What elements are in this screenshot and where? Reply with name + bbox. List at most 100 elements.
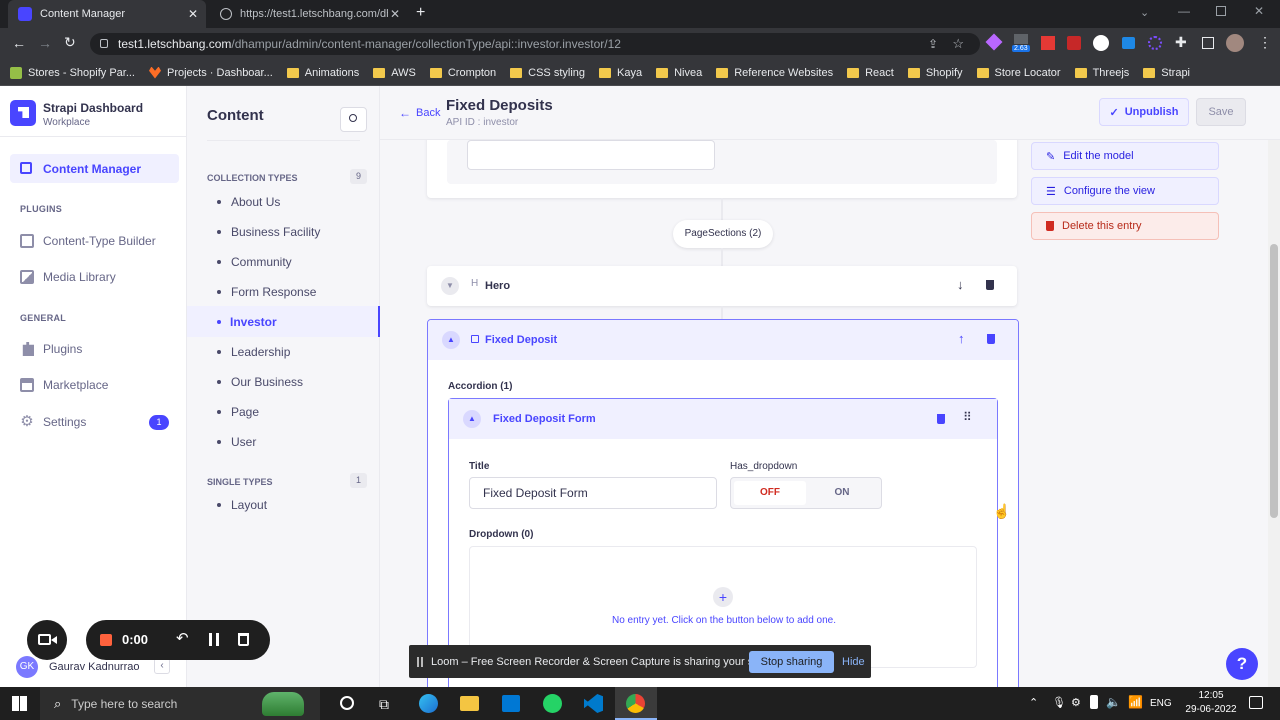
bookmark-folder[interactable]: Reference Websites <box>716 67 833 79</box>
subnav-item-page[interactable]: Page <box>217 405 259 419</box>
language-indicator[interactable]: ENG <box>1150 698 1172 709</box>
nav-item-settings[interactable]: ⚙ Settings <box>20 414 86 429</box>
drag-handle-icon[interactable]: ⠿ <box>963 410 972 424</box>
title-input[interactable]: Fixed Deposit Form <box>469 477 717 509</box>
collapse-chevron-icon[interactable]: ▲ <box>442 331 460 349</box>
cortana-icon[interactable] <box>340 696 354 710</box>
configure-view-button[interactable]: ☰ Configure the view <box>1031 177 1219 205</box>
hide-button[interactable]: Hide <box>842 656 865 668</box>
camera-toggle-button[interactable] <box>27 620 67 660</box>
component-hero[interactable]: ▼ H Hero ↓ <box>427 266 1017 306</box>
whatsapp-icon[interactable] <box>543 694 562 713</box>
volume-icon[interactable]: 🔈 <box>1106 695 1121 709</box>
tab-close-icon[interactable]: ✕ <box>390 7 400 21</box>
pause-icon[interactable] <box>209 633 219 646</box>
toggle-off-option[interactable]: OFF <box>734 481 806 505</box>
collapse-nav-chevron-icon[interactable]: ‹ <box>154 658 170 674</box>
subnav-item-form-response[interactable]: Form Response <box>217 285 316 299</box>
help-button[interactable]: ? <box>1226 648 1258 680</box>
nav-item-media-library[interactable]: Media Library <box>20 270 116 284</box>
delete-entry-button[interactable]: Delete this entry <box>1031 212 1219 240</box>
bookmark-shopify[interactable]: Stores - Shopify Par... <box>10 66 135 79</box>
has-dropdown-toggle[interactable]: OFF ON <box>730 477 882 509</box>
weather-widget-icon[interactable] <box>262 692 304 716</box>
subnav-item-community[interactable]: Community <box>217 255 292 269</box>
add-entry-icon[interactable]: + <box>713 587 733 607</box>
scrollbar[interactable] <box>1268 86 1280 687</box>
undo-icon[interactable]: ↶ <box>176 629 189 647</box>
bookmark-folder[interactable]: AWS <box>373 67 416 79</box>
vscode-icon[interactable] <box>584 694 603 713</box>
triangle-extension-icon[interactable] <box>1093 35 1109 51</box>
bookmark-folder[interactable]: Shopify <box>907 67 963 79</box>
extension-badge-icon[interactable]: 2.63 <box>1012 34 1030 54</box>
menu-dots-icon[interactable]: ⋮ <box>1258 34 1272 51</box>
task-view-icon[interactable]: ⧉ <box>379 696 389 713</box>
tab-url[interactable]: https://test1.letschbang.com/dh ✕ <box>210 0 408 28</box>
color-extension-icon[interactable] <box>1148 36 1162 50</box>
bookmark-folder[interactable]: Nivea <box>656 67 702 79</box>
expand-chevron-icon[interactable]: ▼ <box>441 277 459 295</box>
chevron-down-icon[interactable]: ⌄ <box>1140 6 1149 19</box>
trash-icon[interactable] <box>987 334 995 344</box>
previous-text-input[interactable] <box>467 140 715 170</box>
accordion-item-header[interactable]: ▲ Fixed Deposit Form ⠿ <box>449 399 997 439</box>
bookmark-folder[interactable]: Animations <box>286 67 359 79</box>
minimize-icon[interactable]: — <box>1178 4 1190 18</box>
windows-start-icon[interactable] <box>12 696 27 711</box>
microphone-icon[interactable]: 🎙 <box>1052 696 1066 709</box>
record-extension-icon[interactable] <box>1041 36 1055 50</box>
stop-sharing-button[interactable]: Stop sharing <box>749 651 834 673</box>
bookmark-folder[interactable]: Strapi <box>1143 67 1190 79</box>
user-name[interactable]: Gaurav Kadnurrao <box>49 661 140 673</box>
settings-tray-icon[interactable]: ⚙ <box>1071 696 1081 709</box>
store-icon[interactable] <box>502 695 520 712</box>
battery-icon[interactable] <box>1090 695 1098 709</box>
edge-icon[interactable] <box>419 694 438 713</box>
component-header[interactable]: ▲ Fixed Deposit ↑ <box>428 320 1018 360</box>
trash-icon[interactable] <box>238 633 249 646</box>
tab-close-icon[interactable]: ✕ <box>188 7 198 21</box>
subnav-item-about-us[interactable]: About Us <box>217 195 280 209</box>
profile-avatar[interactable] <box>1226 34 1244 52</box>
address-bar[interactable]: test1.letschbang.com/dhampur/admin/conte… <box>90 33 980 55</box>
sidepanel-icon[interactable] <box>1202 37 1214 49</box>
bookmark-folder[interactable]: Threejs <box>1074 67 1129 79</box>
notifications-icon[interactable] <box>1249 696 1263 709</box>
arrow-down-icon[interactable]: ↓ <box>957 277 964 292</box>
subnav-item-investor[interactable]: Investor <box>187 306 380 337</box>
toggle-on-option[interactable]: ON <box>806 481 878 505</box>
window-close-icon[interactable]: ✕ <box>1254 4 1264 18</box>
subnav-item-layout[interactable]: Layout <box>217 498 267 512</box>
chrome-taskbar-item[interactable] <box>615 687 657 720</box>
collapse-chevron-icon[interactable]: ▲ <box>463 410 481 428</box>
subnav-item-leadership[interactable]: Leadership <box>217 345 290 359</box>
trash-icon[interactable] <box>937 414 945 424</box>
edit-model-button[interactable]: ✎ Edit the model <box>1031 142 1219 170</box>
bookmark-folder[interactable]: Kaya <box>599 67 642 79</box>
back-icon[interactable]: ← <box>12 35 26 51</box>
file-explorer-icon[interactable] <box>460 696 479 711</box>
wifi-icon[interactable]: 📶 <box>1128 695 1143 709</box>
nav-item-content-type-builder[interactable]: Content-Type Builder <box>20 234 156 248</box>
new-tab-icon[interactable]: + <box>416 4 425 22</box>
user-avatar[interactable]: GK <box>16 656 38 678</box>
tab-content-manager[interactable]: Content Manager ✕ <box>8 0 206 28</box>
nav-item-plugins[interactable]: Plugins <box>20 342 82 356</box>
subnav-item-our-business[interactable]: Our Business <box>217 375 303 389</box>
whatfont-extension-icon[interactable] <box>1067 36 1081 50</box>
window-extension-icon[interactable] <box>1122 37 1135 49</box>
bookmark-gitlab[interactable]: Projects · Dashboar... <box>149 66 273 79</box>
maximize-icon[interactable] <box>1216 6 1226 16</box>
clock[interactable]: 12:05 29-06-2022 <box>1180 690 1242 715</box>
forward-icon[interactable]: → <box>38 35 52 51</box>
puzzle-icon[interactable]: ✚ <box>1175 34 1187 51</box>
trash-icon[interactable] <box>986 280 994 290</box>
bookmark-folder[interactable]: Store Locator <box>976 67 1061 79</box>
bookmark-folder[interactable]: React <box>847 67 894 79</box>
subnav-item-business-facility[interactable]: Business Facility <box>217 225 320 239</box>
reload-icon[interactable]: ↻ <box>64 34 76 51</box>
arrow-up-icon[interactable]: ↑ <box>958 331 965 346</box>
search-button[interactable] <box>340 107 367 132</box>
save-button[interactable]: Save <box>1196 98 1246 126</box>
